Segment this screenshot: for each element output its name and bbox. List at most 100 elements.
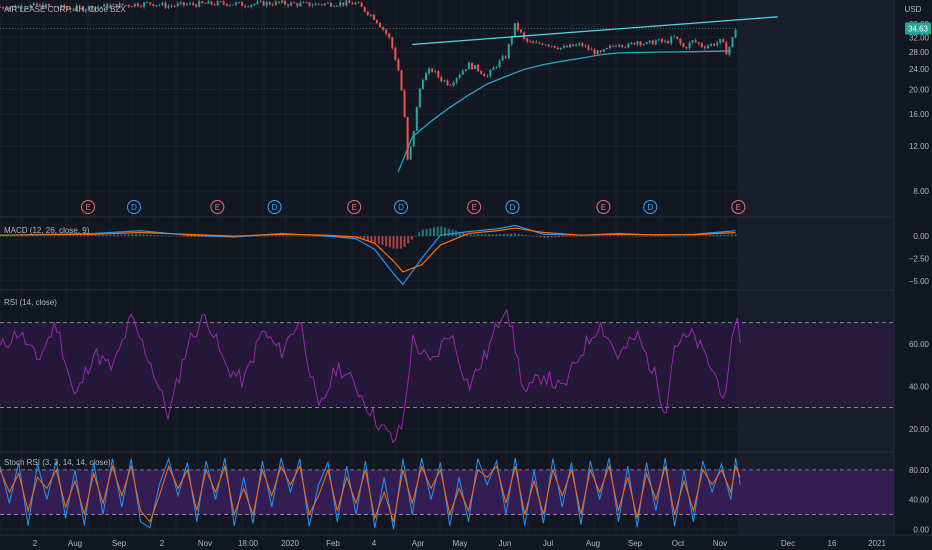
candle-body — [311, 5, 314, 7]
macd-histogram-bar — [54, 235, 57, 237]
candle-body — [734, 29, 737, 38]
candle-body — [645, 42, 648, 45]
y-tick-label: 32.00 — [909, 33, 930, 42]
candle-body — [382, 27, 385, 30]
macd-histogram-bar — [690, 235, 693, 237]
x-tick-label: 2 — [33, 539, 38, 548]
macd-histogram-bar — [657, 236, 660, 237]
candle-body — [581, 43, 584, 47]
candle-body — [406, 117, 409, 160]
candle-body — [317, 3, 320, 5]
candle-body — [660, 39, 663, 42]
macd-histogram-bar — [385, 236, 388, 247]
macd-histogram-bar — [569, 236, 572, 237]
candle-body — [676, 36, 679, 39]
event-marker-label: D — [647, 203, 653, 212]
macd-histogram-bar — [447, 228, 450, 237]
macd-histogram-bar — [631, 235, 634, 237]
candle-body — [437, 71, 440, 78]
macd-histogram-bar — [583, 236, 586, 237]
candle-body — [418, 88, 421, 108]
macd-histogram-bar — [149, 234, 152, 237]
candle-body — [480, 70, 483, 74]
candle-body — [222, 1, 225, 4]
candle-body — [618, 44, 621, 47]
macd-histogram-bar — [0, 236, 1, 237]
macd-histogram-bar — [293, 235, 296, 237]
y-tick-label: 16.00 — [909, 110, 930, 119]
x-tick-label: Sep — [628, 539, 643, 548]
macd-histogram-bar — [477, 234, 480, 237]
macd-histogram-bar — [307, 236, 310, 237]
macd-histogram-bar — [138, 234, 141, 237]
candle-body — [449, 84, 452, 86]
macd-histogram-bar — [399, 236, 402, 249]
candle-body — [716, 42, 719, 46]
candle-body — [443, 80, 446, 82]
macd-histogram-bar — [694, 235, 697, 237]
macd-histogram-bar — [697, 235, 700, 237]
candle-body — [504, 56, 507, 59]
candle-body — [425, 73, 428, 81]
macd-histogram-bar — [451, 229, 454, 237]
y-tick-label: 20.00 — [909, 425, 930, 434]
currency-label: USD — [905, 5, 922, 14]
chart-canvas[interactable]: E D E D E D E D E D E AIR LEASE CORP, 4H, Cboe BZX… — [0, 0, 932, 550]
x-tick-label: Nov — [198, 539, 212, 548]
candle-body — [722, 38, 725, 43]
macd-histogram-bar — [491, 234, 494, 237]
candle-body — [195, 4, 198, 7]
macd-histogram-bar — [708, 235, 711, 237]
macd-histogram-bar — [285, 235, 288, 237]
candle-body — [287, 4, 290, 6]
macd-histogram-bar — [727, 234, 730, 237]
macd-histogram-bar — [76, 235, 79, 237]
macd-histogram-bar — [594, 235, 597, 237]
macd-histogram-bar — [131, 234, 134, 237]
macd-histogram-bar — [624, 235, 627, 237]
candle-body — [238, 2, 241, 3]
candle-body — [179, 2, 182, 4]
candle-body — [216, 1, 219, 6]
candle-body — [342, 2, 345, 6]
candle-body — [648, 40, 651, 43]
macd-histogram-bar — [374, 236, 377, 243]
x-tick-label: Jun — [499, 539, 512, 548]
candle-body — [553, 45, 556, 48]
y-tick-label: 0.00 — [913, 525, 929, 534]
candle-body — [348, 0, 351, 3]
candle-body — [510, 36, 513, 45]
candle-body — [639, 41, 642, 45]
macd-histogram-bar — [10, 235, 13, 237]
candle-body — [164, 2, 167, 8]
candle-body — [477, 65, 480, 71]
candle-body — [207, 1, 210, 4]
candle-body — [470, 62, 473, 70]
candle-body — [185, 4, 188, 6]
macd-histogram-bar — [120, 234, 123, 237]
candle-body — [152, 4, 155, 7]
candle-body — [369, 14, 372, 16]
candle-body — [219, 1, 222, 3]
macd-histogram-bar — [28, 235, 31, 237]
macd-histogram-bar — [701, 235, 704, 237]
macd-histogram-bar — [72, 235, 75, 237]
macd-histogram-bar — [591, 235, 594, 237]
candle-body — [498, 60, 501, 67]
candle-body — [351, 2, 354, 5]
macd-histogram-bar — [558, 236, 561, 238]
macd-histogram-bar — [723, 234, 726, 237]
macd-histogram-bar — [668, 236, 671, 237]
macd-histogram-bar — [521, 234, 524, 237]
macd-histogram-bar — [135, 234, 138, 237]
candle-body — [467, 62, 470, 70]
macd-histogram-bar — [719, 234, 722, 237]
macd-histogram-bar — [153, 235, 156, 237]
candle-body — [143, 2, 146, 7]
macd-histogram-bar — [469, 234, 472, 237]
macd-histogram-bar — [598, 235, 601, 237]
candle-body — [198, 1, 201, 7]
macd-histogram-bar — [620, 235, 623, 237]
macd-histogram-bar — [528, 235, 531, 237]
candle-body — [339, 2, 342, 6]
